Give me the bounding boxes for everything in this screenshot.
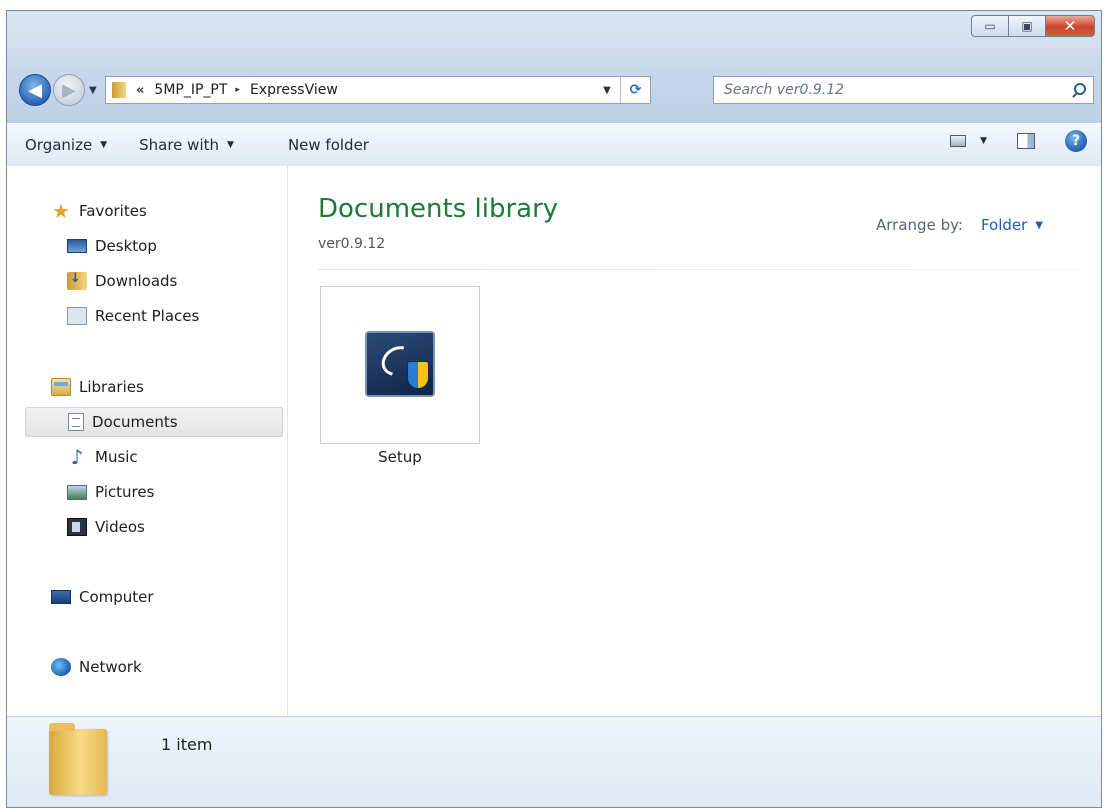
share-with-button[interactable]: Share with ▼	[133, 132, 240, 158]
address-controls: ▼ ⟳	[594, 77, 650, 103]
videos-icon	[67, 518, 87, 536]
command-bar: Organize ▼ Share with ▼ New folder ▼ ?	[7, 123, 1101, 167]
arrange-by: Arrange by: Folder ▼	[876, 216, 1043, 234]
organize-label: Organize	[25, 136, 93, 154]
pictures-icon	[67, 484, 87, 500]
header-divider	[318, 269, 1079, 270]
star-icon: ★	[52, 199, 70, 223]
item-count: 1 item	[161, 735, 213, 754]
file-list-pane: Documents library ver0.9.12 Arrange by: …	[288, 166, 1101, 716]
new-folder-label: New folder	[287, 136, 369, 154]
sidebar-item-label: Favorites	[79, 202, 147, 220]
sidebar-item-label: Recent Places	[95, 307, 200, 325]
sidebar-item-documents[interactable]: Documents	[25, 407, 283, 437]
arrange-by-value[interactable]: Folder	[981, 216, 1027, 234]
sidebar-item-label: Music	[95, 448, 138, 466]
breadcrumb-expressview[interactable]: ExpressView	[250, 82, 338, 98]
network-icon	[51, 658, 71, 676]
recent-places-icon	[67, 307, 87, 325]
search-box[interactable]	[713, 76, 1094, 104]
sidebar-item-videos[interactable]: Videos	[67, 512, 287, 542]
sidebar-item-label: Desktop	[95, 237, 157, 255]
address-dropdown-button[interactable]: ▼	[594, 85, 620, 96]
sidebar-item-label: Network	[79, 658, 142, 676]
help-icon[interactable]: ?	[1065, 130, 1087, 152]
breadcrumb-5mp-ip-pt[interactable]: 5MP_IP_PT	[154, 82, 227, 98]
uac-shield-icon	[407, 361, 429, 389]
sidebar-item-network[interactable]: Network	[51, 652, 287, 682]
search-input[interactable]	[722, 81, 1046, 99]
organize-button[interactable]: Organize ▼	[19, 132, 113, 158]
folder-icon	[112, 82, 126, 98]
search-icon[interactable]	[1067, 78, 1093, 102]
refresh-icon[interactable]: ⟳	[620, 77, 650, 103]
navigation-pane: ★ Favorites Desktop Downloads Recent Pla…	[7, 166, 288, 716]
sidebar-item-favorites[interactable]: ★ Favorites	[51, 196, 287, 226]
documents-icon	[68, 413, 84, 431]
libraries-icon	[51, 378, 71, 396]
chevron-down-icon: ▼	[227, 140, 234, 150]
sidebar-item-label: Pictures	[95, 483, 155, 501]
sidebar-item-label: Videos	[95, 518, 145, 536]
explorer-window: ▭ ▣ ✕ ◀ ▶ ▼ « 5MP_IP_PT ▸ ExpressView ▼ …	[6, 10, 1102, 808]
forward-button[interactable]: ▶	[53, 74, 85, 106]
sidebar-item-label: Documents	[92, 413, 178, 431]
sidebar-item-label: Computer	[79, 588, 154, 606]
sidebar-item-recent-places[interactable]: Recent Places	[67, 301, 287, 331]
music-icon: ♪	[70, 445, 84, 469]
sidebar-item-desktop[interactable]: Desktop	[67, 231, 287, 261]
sidebar-item-libraries[interactable]: Libraries	[51, 372, 287, 402]
arrange-by-label: Arrange by:	[876, 216, 963, 234]
sidebar-item-downloads[interactable]: Downloads	[67, 266, 287, 296]
folder-icon	[49, 723, 107, 795]
navigation-row: ◀ ▶ ▼ « 5MP_IP_PT ▸ ExpressView ▼ ⟳	[19, 74, 1094, 108]
new-folder-button[interactable]: New folder	[282, 132, 375, 158]
address-bar[interactable]: « 5MP_IP_PT ▸ ExpressView ▼ ⟳	[105, 76, 651, 104]
file-item-label[interactable]: Setup	[320, 448, 480, 466]
details-pane: 1 item	[7, 716, 1101, 807]
title-bar: ▭ ▣ ✕ ◀ ▶ ▼ « 5MP_IP_PT ▸ ExpressView ▼ …	[7, 11, 1101, 123]
change-view-icon[interactable]	[950, 135, 967, 147]
recent-pages-dropdown[interactable]: ▼	[89, 85, 97, 96]
sidebar-item-computer[interactable]: Computer	[51, 582, 287, 612]
overflow-chevron[interactable]: «	[136, 83, 144, 98]
chevron-down-icon: ▼	[100, 140, 108, 150]
share-with-label: Share with	[139, 136, 220, 154]
file-item-setup[interactable]	[320, 286, 480, 444]
desktop-icon	[67, 239, 87, 253]
minimize-button[interactable]: ▭	[971, 15, 1009, 37]
page-title: Documents library	[318, 194, 559, 224]
sidebar-item-label: Downloads	[95, 272, 178, 290]
downloads-icon	[67, 271, 87, 290]
caption-buttons: ▭ ▣ ✕	[971, 15, 1095, 37]
view-options-dropdown[interactable]: ▼	[980, 136, 987, 146]
view-controls: ▼ ?	[950, 130, 1087, 152]
sidebar-item-music[interactable]: ♪ Music	[67, 442, 287, 472]
computer-icon	[51, 590, 71, 604]
setup-installer-icon	[365, 331, 435, 397]
breadcrumb-separator[interactable]: ▸	[235, 85, 240, 95]
maximize-button[interactable]: ▣	[1008, 15, 1046, 37]
library-subtitle: ver0.9.12	[318, 236, 386, 252]
sidebar-item-pictures[interactable]: Pictures	[67, 477, 287, 507]
close-button[interactable]: ✕	[1045, 15, 1095, 37]
chevron-down-icon[interactable]: ▼	[1035, 220, 1043, 231]
preview-pane-icon[interactable]	[1017, 133, 1035, 149]
back-button[interactable]: ◀	[19, 74, 51, 106]
sidebar-item-label: Libraries	[79, 378, 144, 396]
